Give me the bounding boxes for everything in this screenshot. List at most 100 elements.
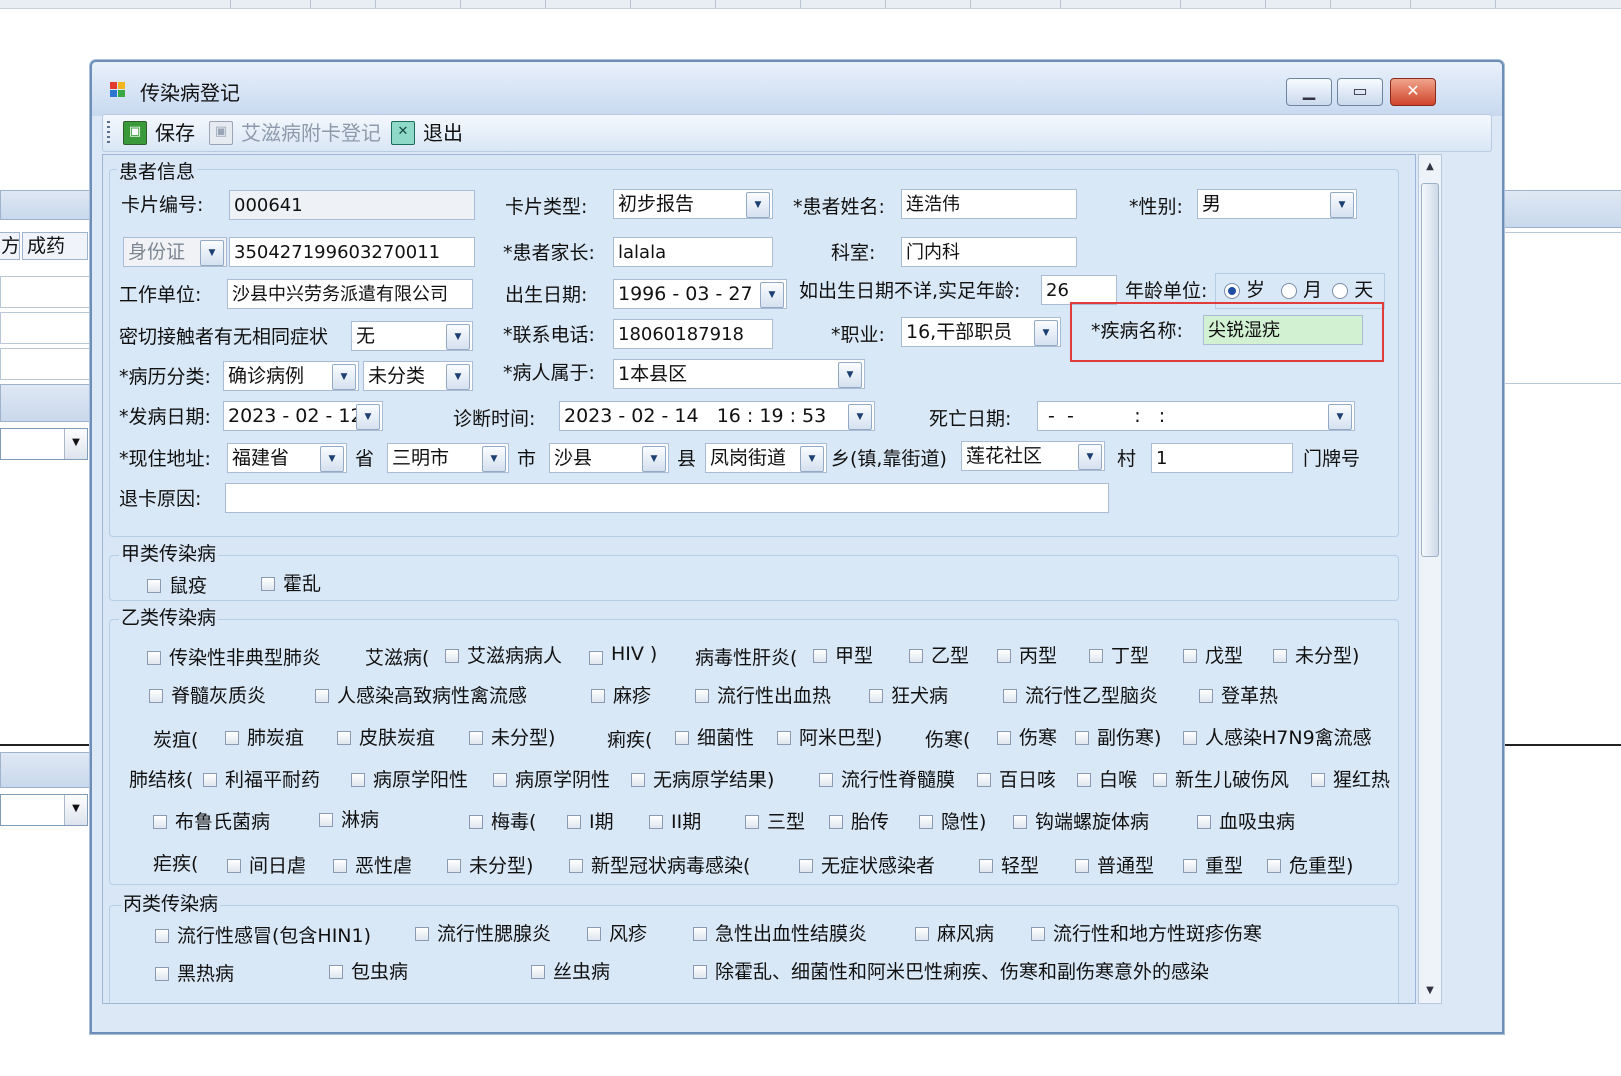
checkbox-class-b-row4-neonatal-tetanus[interactable] bbox=[1153, 773, 1167, 787]
house-no-field[interactable]: 1 bbox=[1151, 443, 1293, 473]
checkbox-class-b-row2-4[interactable] bbox=[869, 689, 883, 703]
chevron-down-icon[interactable]: ▼ bbox=[1330, 192, 1354, 218]
death-date-picker[interactable]: - - : : ▼ bbox=[1037, 401, 1355, 431]
checkbox-class-b-row1-hep-e[interactable] bbox=[1183, 649, 1197, 663]
case-class-select-2[interactable]: 未分类 ▼ bbox=[363, 361, 473, 391]
guardian-field[interactable]: lalala bbox=[613, 237, 773, 267]
checkbox-class-c-row2-2[interactable] bbox=[531, 965, 545, 979]
checkbox-class-b-row2-3[interactable] bbox=[695, 689, 709, 703]
province-select[interactable]: 福建省 ▼ bbox=[227, 443, 347, 473]
diag-time-picker[interactable]: 2023 - 02 - 14 16 : 19 : 53 ▼ bbox=[559, 401, 875, 431]
checkbox-class-b-row3-dys-amoeba[interactable] bbox=[777, 731, 791, 745]
chevron-down-icon[interactable]: ▼ bbox=[320, 446, 344, 472]
checkbox-class-b-row5-syp-2[interactable] bbox=[649, 815, 663, 829]
checkbox-class-b-row3-typhoid[interactable] bbox=[997, 731, 1011, 745]
chevron-down-icon[interactable]: ▼ bbox=[446, 324, 470, 350]
chevron-down-icon[interactable]: ▼ bbox=[760, 282, 784, 308]
vertical-scrollbar[interactable]: ▲ ▼ bbox=[1418, 154, 1442, 1004]
checkbox-class-c-row2-1[interactable] bbox=[329, 965, 343, 979]
checkbox-class-b-row6-covid-asym[interactable] bbox=[799, 859, 813, 873]
chevron-down-icon[interactable]: ▼ bbox=[838, 362, 862, 388]
checkbox-class-b-row1-hiv[interactable] bbox=[589, 651, 603, 665]
checkbox-class-b-row2-5[interactable] bbox=[1003, 689, 1017, 703]
checkbox-class-b-row1-sars[interactable] bbox=[147, 651, 161, 665]
checkbox-class-b-row4-tb-rif[interactable] bbox=[203, 773, 217, 787]
close-button[interactable]: ✕ bbox=[1390, 78, 1436, 106]
dept-field[interactable]: 门内科 bbox=[901, 237, 1077, 267]
checkbox-class-b-row6-covid-severe[interactable] bbox=[1183, 859, 1197, 873]
birth-date-picker[interactable]: 1996 - 03 - 27 ▼ bbox=[613, 279, 787, 309]
checkbox-class-b-row2-2[interactable] bbox=[591, 689, 605, 703]
save-button[interactable]: ▣ 保存 bbox=[123, 120, 195, 146]
checkbox-class-c-row1-4[interactable] bbox=[915, 927, 929, 941]
checkbox-class-b-row5-brucellosis[interactable] bbox=[153, 815, 167, 829]
background-combo[interactable]: ▼ bbox=[0, 794, 88, 826]
chevron-down-icon[interactable]: ▼ bbox=[1078, 444, 1102, 470]
checkbox-class-b-row6-mal-unk[interactable] bbox=[447, 859, 461, 873]
radio-day[interactable] bbox=[1332, 282, 1349, 299]
scroll-down-icon[interactable]: ▼ bbox=[1419, 981, 1441, 1001]
checkbox-class-b-row2-0[interactable] bbox=[149, 689, 163, 703]
checkbox-class-b-row1-hep-a[interactable] bbox=[813, 649, 827, 663]
county-select[interactable]: 沙县 ▼ bbox=[549, 443, 669, 473]
name-field[interactable]: 连浩伟 bbox=[901, 189, 1077, 219]
checkbox-class-b-row3-anthrax-unk[interactable] bbox=[469, 731, 483, 745]
aids-card-button[interactable]: ▣ 艾滋病附卡登记 bbox=[209, 120, 381, 146]
chevron-down-icon[interactable]: ▼ bbox=[848, 404, 872, 430]
checkbox-class-b-row4-tb-pos[interactable] bbox=[351, 773, 365, 787]
checkbox-class-c-row1-2[interactable] bbox=[587, 927, 601, 941]
checkbox-class-b-row3-h7n9[interactable] bbox=[1183, 731, 1197, 745]
checkbox-class-c-row1-5[interactable] bbox=[1031, 927, 1045, 941]
checkbox-class-b-row1-hep-unk[interactable] bbox=[1273, 649, 1287, 663]
onset-date-picker[interactable]: 2023 - 02 - 12 ▼ bbox=[223, 401, 383, 431]
background-tab[interactable]: 成药 bbox=[22, 232, 88, 260]
checkbox-class-b-row4-tb-none[interactable] bbox=[631, 773, 645, 787]
checkbox-class-b-row1-hep-d[interactable] bbox=[1089, 649, 1103, 663]
town-select[interactable]: 凤岗街道 ▼ bbox=[705, 443, 827, 473]
checkbox-class-b-row1-hep-c[interactable] bbox=[997, 649, 1011, 663]
checkbox-class-b-row4-scarlet[interactable] bbox=[1311, 773, 1325, 787]
checkbox-class-b-row6-covid-prefix[interactable] bbox=[569, 859, 583, 873]
background-combo[interactable]: ▼ bbox=[0, 428, 88, 460]
checkbox-class-b-row3-paratyphoid[interactable] bbox=[1075, 731, 1089, 745]
phone-field[interactable]: 18060187918 bbox=[613, 319, 773, 349]
checkbox-class-b-row6-mal-falc[interactable] bbox=[333, 859, 347, 873]
checkbox-class-c-row2-0[interactable] bbox=[155, 967, 169, 981]
checkbox-class-b-row4-pertussis[interactable] bbox=[977, 773, 991, 787]
radio-month[interactable] bbox=[1281, 282, 1298, 299]
occupation-select[interactable]: 16,干部职员 ▼ bbox=[901, 317, 1061, 347]
checkbox-class-b-row5-syp-1[interactable] bbox=[567, 815, 581, 829]
return-reason-field[interactable] bbox=[225, 483, 1109, 513]
employer-field[interactable]: 沙县中兴劳务派遣有限公司 bbox=[227, 279, 473, 309]
checkbox-class-b-row4-meningitis[interactable] bbox=[819, 773, 833, 787]
checkbox-class-b-row5-leptospirosis[interactable] bbox=[1013, 815, 1027, 829]
checkbox-class-c-row1-0[interactable] bbox=[155, 929, 169, 943]
checkbox-class-b-row1-aids-patient[interactable] bbox=[445, 649, 459, 663]
checkbox-class-b-row6-covid-mild[interactable] bbox=[979, 859, 993, 873]
checkbox-class-b-row5-syp-congenital[interactable] bbox=[829, 815, 843, 829]
chevron-down-icon[interactable]: ▼ bbox=[800, 446, 824, 472]
checkbox-class-b-row3-anthrax-skin[interactable] bbox=[337, 731, 351, 745]
checkbox-class-c-row2-3[interactable] bbox=[693, 965, 707, 979]
chevron-down-icon[interactable]: ▼ bbox=[642, 446, 666, 472]
maximize-button[interactable]: ▭ bbox=[1337, 78, 1383, 106]
card-type-select[interactable]: 初步报告 ▼ bbox=[613, 189, 773, 219]
checkbox-class-b-row1-hep-b[interactable] bbox=[909, 649, 923, 663]
chevron-down-icon[interactable]: ▼ bbox=[1328, 404, 1352, 430]
checkbox-class-b-row3-anthrax-lung[interactable] bbox=[225, 731, 239, 745]
id-type-select[interactable]: 身份证 ▼ bbox=[123, 237, 227, 267]
village-select[interactable]: 莲花社区 ▼ bbox=[961, 441, 1105, 471]
checkbox-class-b-row6-covid-critical[interactable] bbox=[1267, 859, 1281, 873]
chevron-down-icon[interactable]: ▼ bbox=[332, 364, 356, 390]
scroll-up-icon[interactable]: ▲ bbox=[1419, 157, 1441, 177]
age-field[interactable]: 26 bbox=[1041, 275, 1117, 305]
checkbox-class-a-items-0[interactable] bbox=[147, 579, 161, 593]
city-select[interactable]: 三明市 ▼ bbox=[387, 443, 509, 473]
checkbox-class-b-row5-syp-latent[interactable] bbox=[919, 815, 933, 829]
belongs-select[interactable]: 1本县区 ▼ bbox=[613, 359, 865, 389]
chevron-down-icon[interactable]: ▼ bbox=[1034, 320, 1058, 346]
checkbox-class-b-row5-syphilis-prefix[interactable] bbox=[469, 815, 483, 829]
exit-button[interactable]: ✕ 退出 bbox=[391, 120, 463, 146]
checkbox-class-b-row2-6[interactable] bbox=[1199, 689, 1213, 703]
case-class-select-1[interactable]: 确诊病例 ▼ bbox=[223, 361, 359, 391]
